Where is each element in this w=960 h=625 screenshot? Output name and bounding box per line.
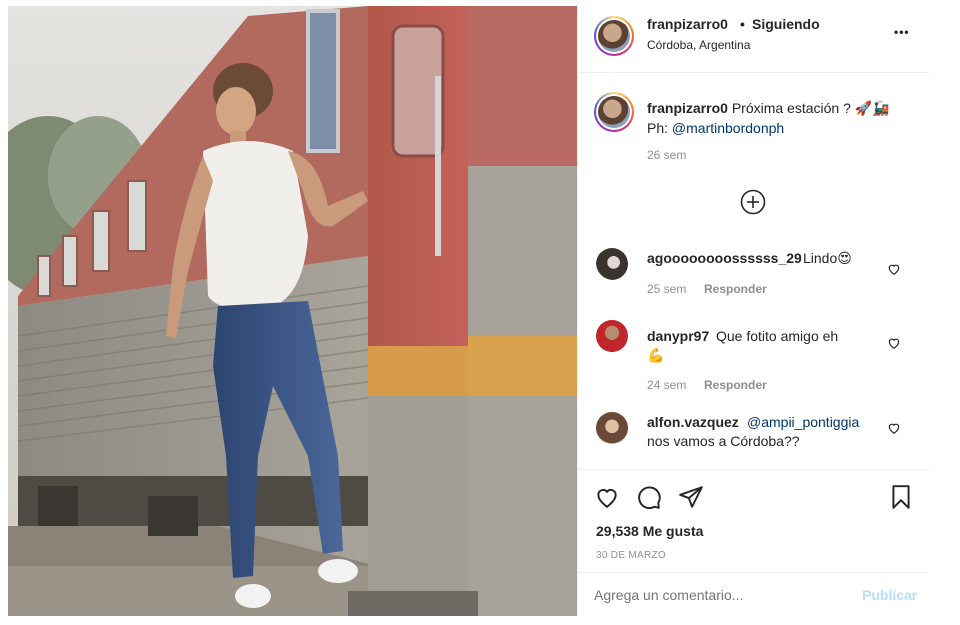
comment-text: nos vamos a Córdoba??	[647, 433, 800, 449]
caption-username[interactable]: franpizarro0	[647, 100, 728, 116]
add-comment-bar: Publicar	[578, 572, 929, 617]
comment-item: agoooooooossssss_29 Lindo😍 25 sem Respon…	[578, 242, 929, 302]
following-button[interactable]: Siguiendo	[752, 16, 820, 32]
comment-avatar[interactable]	[596, 320, 628, 352]
comment-mention[interactable]: @ampii_pontiggia	[747, 414, 859, 430]
likes-count[interactable]: 29,538 Me gusta	[596, 523, 703, 539]
plus-circle-icon[interactable]	[740, 189, 766, 215]
caption-mention[interactable]: @martinbordonph	[672, 120, 784, 136]
heart-icon[interactable]	[887, 262, 901, 276]
comment-time[interactable]: 25 sem	[647, 282, 686, 296]
caption-time[interactable]: 26 sem	[647, 148, 686, 162]
comment-avatar[interactable]	[596, 412, 628, 444]
comment-username[interactable]: agoooooooossssss_29	[647, 250, 802, 266]
header-dot: •	[740, 16, 745, 32]
comment-icon[interactable]	[636, 484, 662, 510]
save-icon[interactable]	[888, 484, 914, 510]
publish-button[interactable]: Publicar	[862, 587, 917, 603]
comment-text: Que fotito amigo eh	[716, 328, 839, 344]
comment-text: Lindo😍	[803, 250, 852, 266]
caption-story-ring[interactable]	[594, 92, 634, 132]
like-icon[interactable]	[594, 484, 620, 510]
caption-avatar[interactable]	[598, 96, 630, 128]
post-frame: franpizarro0 • Siguiendo Córdoba, Argent…	[8, 6, 929, 618]
caption: franpizarro0 Próxima estación ? 🚀🚂 Ph: @…	[647, 98, 912, 138]
comment-username[interactable]: danypr97	[647, 328, 709, 344]
header-location[interactable]: Córdoba, Argentina	[647, 38, 750, 52]
caption-text: Próxima estación ? 🚀🚂	[731, 100, 890, 116]
comment-time[interactable]: 24 sem	[647, 378, 686, 392]
post-date[interactable]: 30 DE MARZO	[596, 550, 666, 561]
post-photo[interactable]	[8, 6, 577, 616]
train-photo-image	[8, 6, 577, 616]
story-ring[interactable]	[594, 16, 634, 56]
post-header: franpizarro0 • Siguiendo Córdoba, Argent…	[578, 6, 929, 73]
reply-button[interactable]: Responder	[704, 378, 767, 392]
comment-input[interactable]	[594, 585, 834, 605]
comment-item: alfon.vazquez @ampii_pontiggia nos vamos…	[578, 406, 929, 466]
post-side-panel: franpizarro0 • Siguiendo Córdoba, Argent…	[577, 6, 929, 616]
avatar[interactable]	[598, 20, 630, 52]
reply-button[interactable]: Responder	[704, 282, 767, 296]
comment-avatar[interactable]	[596, 248, 628, 280]
share-icon[interactable]	[678, 484, 704, 510]
header-username[interactable]: franpizarro0	[647, 16, 728, 32]
heart-icon[interactable]	[887, 421, 901, 435]
heart-icon[interactable]	[887, 336, 901, 350]
comment-username[interactable]: alfon.vazquez	[647, 414, 739, 430]
more-options-icon[interactable]: •••	[894, 25, 910, 39]
comment-item: danypr97 Que fotito amigo eh 💪 24 sem Re…	[578, 316, 929, 396]
caption-ph-prefix: Ph:	[647, 120, 669, 136]
comment-text-emoji: 💪	[647, 347, 665, 363]
